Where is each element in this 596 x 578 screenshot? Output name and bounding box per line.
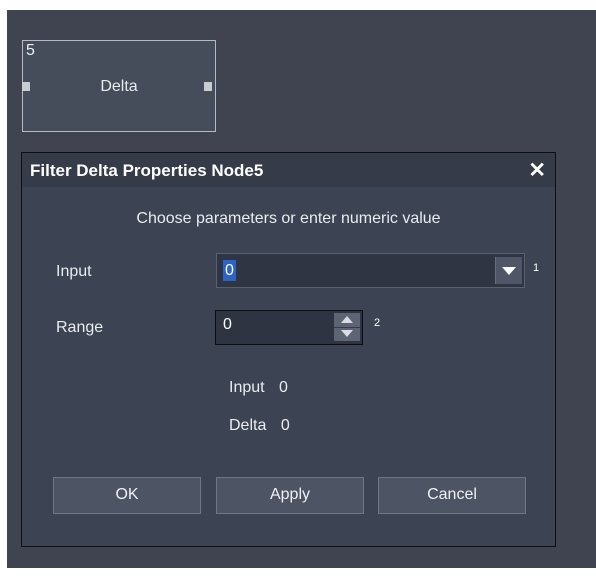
node-id: 5 bbox=[26, 42, 35, 59]
close-icon[interactable]: ✕ bbox=[528, 158, 546, 183]
range-spinner[interactable]: 0 bbox=[215, 310, 363, 345]
readout-label: Input bbox=[229, 379, 265, 396]
range-label: Range bbox=[56, 319, 104, 336]
delta-node[interactable]: 5 Delta bbox=[22, 40, 216, 132]
properties-dialog: Filter Delta Properties Node5 ✕ Choose p… bbox=[21, 152, 556, 547]
input-readout: Input 0 bbox=[229, 379, 288, 397]
readout-value: 0 bbox=[280, 417, 290, 434]
ok-button[interactable]: OK bbox=[53, 477, 201, 514]
range-spinner-value[interactable]: 0 bbox=[223, 316, 232, 334]
chevron-down-icon[interactable] bbox=[495, 257, 522, 284]
cancel-button[interactable]: Cancel bbox=[378, 477, 526, 514]
spin-up-icon[interactable] bbox=[334, 313, 360, 328]
delta-readout: Delta 0 bbox=[229, 417, 290, 435]
readout-value: 0 bbox=[279, 379, 288, 396]
apply-button[interactable]: Apply bbox=[216, 477, 364, 514]
dialog-titlebar[interactable]: Filter Delta Properties Node5 ✕ bbox=[22, 153, 555, 187]
input-label: Input bbox=[56, 263, 92, 280]
spin-down-icon[interactable] bbox=[334, 327, 360, 341]
input-dropdown[interactable]: 0 bbox=[216, 253, 525, 288]
range-index-badge: 2 bbox=[374, 317, 381, 329]
spinner-buttons bbox=[334, 313, 360, 341]
dialog-title: Filter Delta Properties Node5 bbox=[30, 161, 264, 180]
node-label: Delta bbox=[100, 78, 138, 95]
readout-label: Delta bbox=[229, 417, 267, 434]
input-dropdown-value[interactable]: 0 bbox=[223, 260, 236, 281]
instruction-text: Choose parameters or enter numeric value bbox=[136, 210, 441, 227]
node-output-port[interactable] bbox=[204, 82, 212, 91]
input-index-badge: 1 bbox=[533, 262, 540, 274]
